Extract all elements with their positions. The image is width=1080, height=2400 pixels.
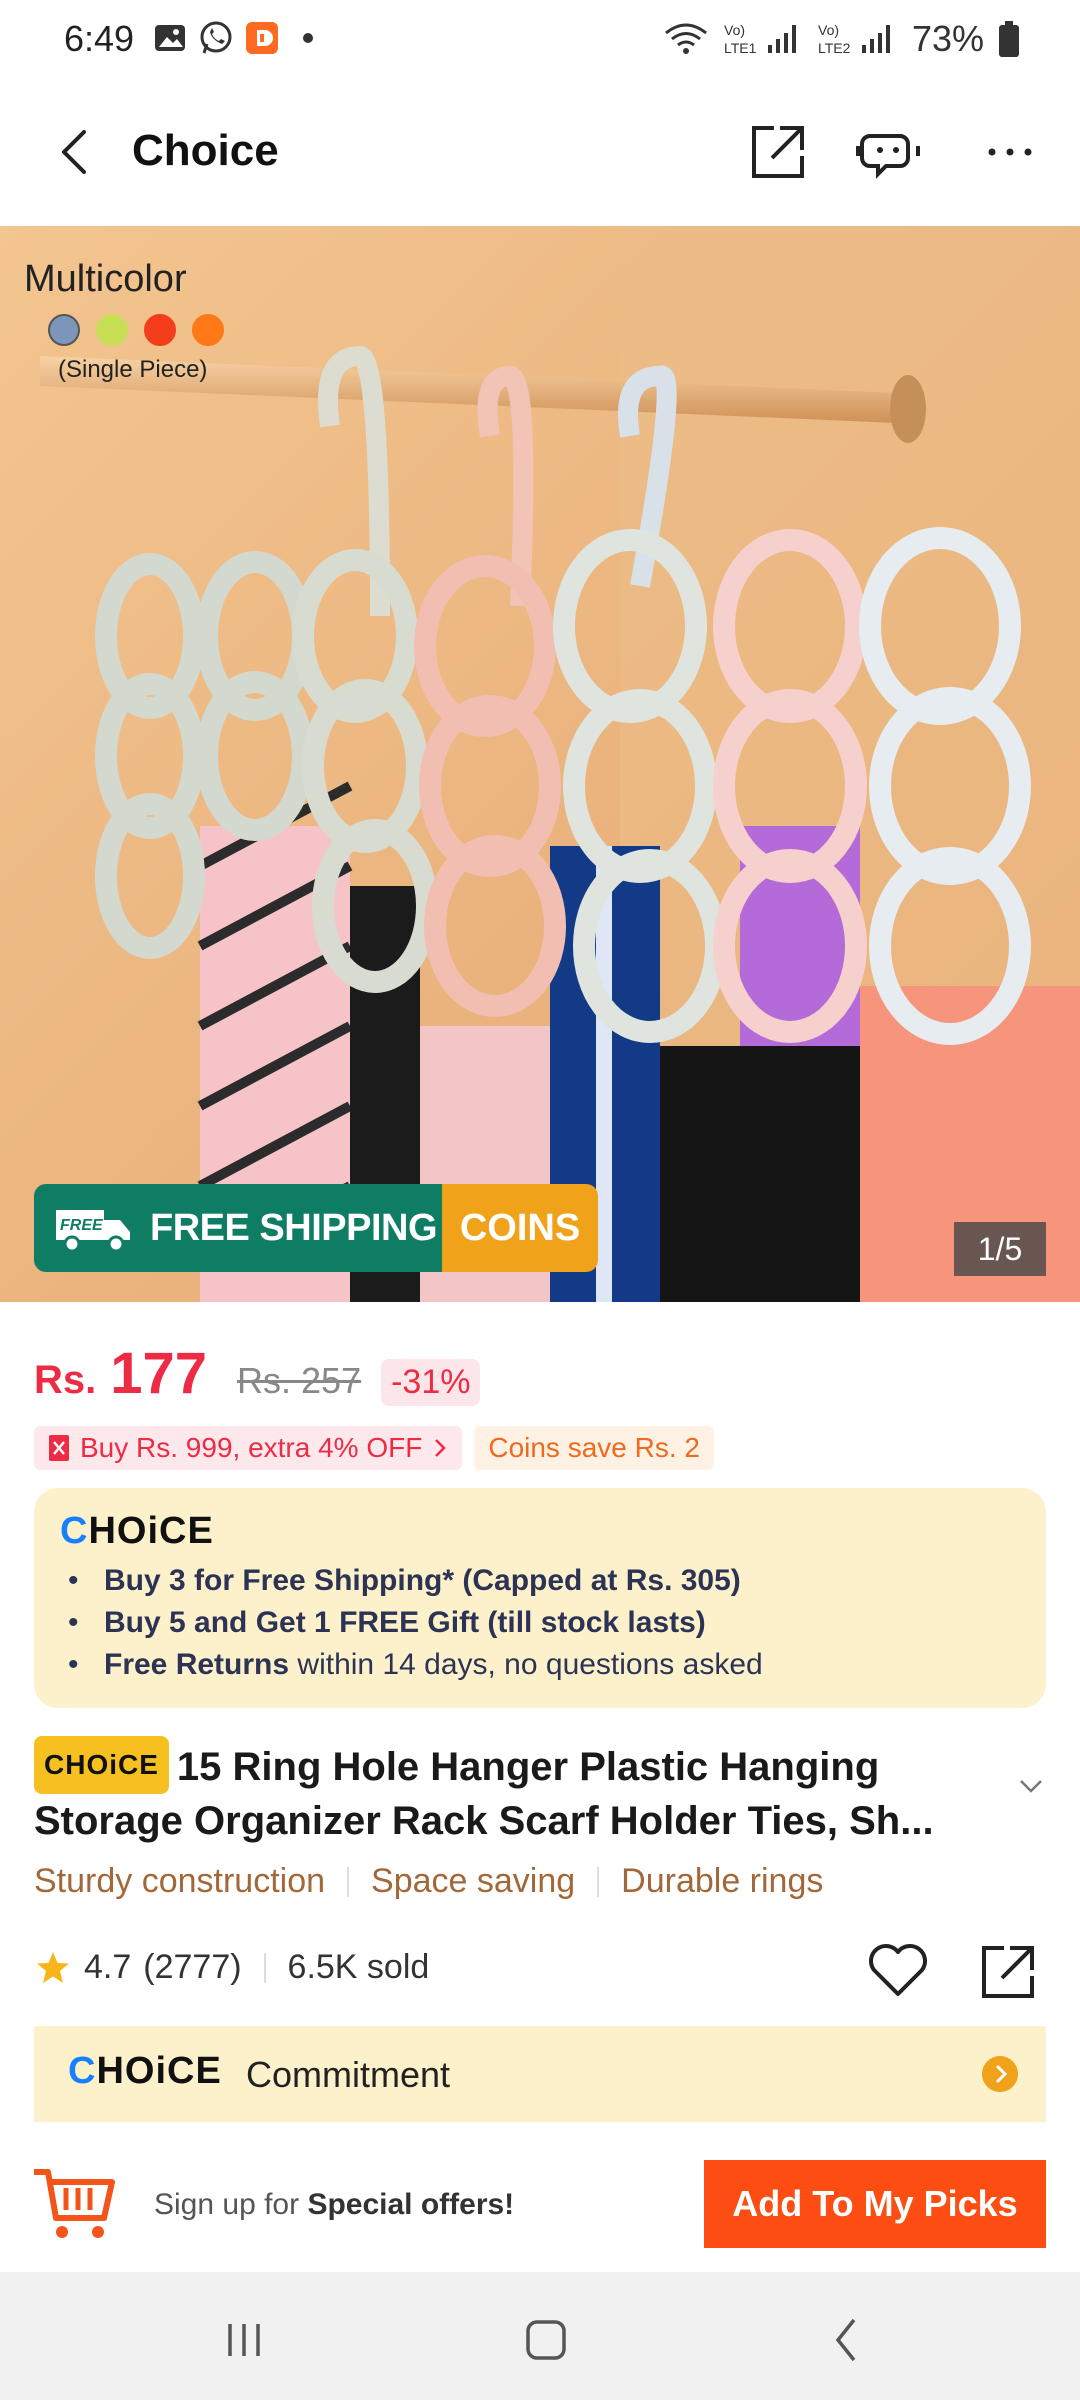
- signup-prompt[interactable]: Sign up for Special offers!: [154, 2188, 514, 2222]
- wishlist-heart-icon[interactable]: [866, 1940, 930, 2000]
- app-notification-icon: [246, 22, 278, 54]
- image-counter: 1/5: [954, 1222, 1046, 1276]
- cart-icon[interactable]: [30, 2158, 120, 2248]
- price-currency: Rs.: [34, 1358, 97, 1402]
- original-price: Rs. 257: [237, 1360, 362, 1401]
- choice-benefit-item: • Free Returns within 14 days, no questio…: [68, 1648, 763, 1681]
- choice-benefits-card[interactable]: CHOiCE • Buy 3 for Free Shipping* (Capped…: [34, 1488, 1046, 1708]
- back-nav-icon[interactable]: [818, 2310, 878, 2370]
- status-bar: 6:49 Vo) LTE1 Vo) LTE2 73%: [0, 0, 1080, 80]
- review-count: (2777): [143, 1948, 242, 1986]
- sold-count: 6.5K sold: [287, 1948, 430, 1986]
- choice-badge: CHOiCE: [34, 1736, 169, 1794]
- choice-logo: CHOiCE: [68, 2050, 222, 2092]
- system-nav-bar: [0, 2272, 1080, 2400]
- free-shipping-segment: FREE FREE SHIPPING: [34, 1184, 442, 1272]
- free-shipping-banner: FREE FREE SHIPPING COINS: [34, 1184, 598, 1272]
- choice-logo: CHOiCE: [60, 1510, 214, 1552]
- feature-tags: Sturdy construction Space saving Durable…: [34, 1862, 823, 1901]
- choice-benefit-item: • Buy 5 and Get 1 FREE Gift (till stock l…: [68, 1606, 706, 1639]
- wifi-icon: [665, 23, 707, 54]
- coins-save-chip: Coins save Rs. 2: [474, 1426, 714, 1470]
- recents-icon[interactable]: [214, 2310, 274, 2370]
- free-shipping-text: FREE SHIPPING: [150, 1206, 438, 1249]
- swatch-lime: [96, 314, 128, 346]
- product-page: 6:49 Vo) LTE1 Vo) LTE2 73% Choice Multic…: [0, 0, 1080, 2400]
- variant-subtitle: (Single Piece): [58, 356, 208, 383]
- chevron-right-icon: [435, 1439, 447, 1457]
- swatch-orange: [192, 314, 224, 346]
- chevron-down-icon[interactable]: [1016, 1776, 1046, 1796]
- price-row: Rs. 177 Rs. 257 -31%: [34, 1340, 481, 1407]
- rating-row[interactable]: 4.7 (2777) 6.5K sold: [34, 1948, 429, 1987]
- gallery-icon: [155, 25, 185, 51]
- choice-commitment-bar[interactable]: CHOiCE Commitment: [34, 2026, 1046, 2122]
- home-icon[interactable]: [516, 2310, 576, 2370]
- whatsapp-icon: [200, 21, 232, 54]
- status-notification-icons: [152, 20, 326, 56]
- bulk-discount-chip[interactable]: Buy Rs. 999, extra 4% OFF: [34, 1426, 463, 1470]
- page-title: Choice: [132, 126, 279, 175]
- promo-row: Buy Rs. 999, extra 4% OFF Coins save Rs.…: [34, 1426, 714, 1470]
- product-image: [0, 226, 1080, 1302]
- svg-text:LTE2: LTE2: [818, 40, 851, 56]
- product-title-text: 15 Ring Hole Hanger Plastic Hanging Stor…: [34, 1745, 934, 1843]
- commitment-label: Commitment: [246, 2054, 451, 2095]
- back-icon[interactable]: [50, 122, 100, 182]
- chevron-right-circle-icon: [982, 2056, 1018, 2092]
- product-title[interactable]: CHOiCE 15 Ring Hole Hanger Plastic Hangin…: [34, 1736, 1024, 1848]
- current-price: 177: [110, 1341, 208, 1406]
- chat-robot-icon[interactable]: [856, 120, 920, 184]
- svg-text:LTE1: LTE1: [724, 40, 757, 56]
- swatch-blue: [48, 314, 80, 346]
- svg-text:Vo): Vo): [818, 22, 839, 38]
- signal-lte1-icon: Vo) LTE1: [724, 22, 796, 56]
- dot-icon: [303, 33, 313, 43]
- status-time: 6:49: [64, 18, 135, 59]
- battery-icon: [999, 21, 1019, 57]
- free-badge-text: FREE: [60, 1217, 104, 1234]
- coupon-icon: [49, 1435, 69, 1461]
- top-app-bar: Choice: [0, 80, 1080, 226]
- choice-benefit-item: • Buy 3 for Free Shipping* (Capped at Rs.…: [68, 1564, 741, 1597]
- star-icon: [37, 1951, 69, 1983]
- feature-tag: Sturdy construction: [34, 1862, 326, 1900]
- share-icon[interactable]: [746, 120, 810, 184]
- battery-percent: 73%: [911, 18, 984, 59]
- more-icon[interactable]: [978, 120, 1042, 184]
- svg-text:Vo): Vo): [724, 22, 745, 38]
- variant-title: Multicolor: [24, 258, 187, 300]
- share-icon[interactable]: [976, 1940, 1040, 2004]
- bulk-discount-text: Buy Rs. 999, extra 4% OFF: [80, 1432, 423, 1463]
- discount-badge: -31%: [381, 1359, 481, 1406]
- coins-segment: COINS: [442, 1184, 598, 1272]
- product-image-carousel[interactable]: Multicolor (Single Piece) FREE FREE SHIP…: [0, 226, 1080, 1302]
- divider: [597, 1866, 600, 1897]
- swatch-red: [144, 314, 176, 346]
- choice-benefits-list: • Buy 3 for Free Shipping* (Capped at Rs.…: [68, 1560, 763, 1686]
- bottom-action-bar: Sign up for Special offers! Add To My Pi…: [0, 2150, 1080, 2270]
- divider: [263, 1952, 266, 1983]
- color-swatches: [48, 314, 224, 346]
- feature-tag: Space saving: [371, 1862, 576, 1900]
- rating-value: 4.7: [84, 1948, 132, 1986]
- delivery-truck-icon: FREE: [56, 1210, 130, 1253]
- status-system-icons: Vo) LTE1 Vo) LTE2 73%: [662, 18, 1020, 60]
- add-to-picks-button[interactable]: Add To My Picks: [704, 2160, 1046, 2248]
- signal-lte2-icon: Vo) LTE2: [818, 22, 890, 56]
- feature-tag: Durable rings: [621, 1862, 824, 1900]
- divider: [347, 1866, 350, 1897]
